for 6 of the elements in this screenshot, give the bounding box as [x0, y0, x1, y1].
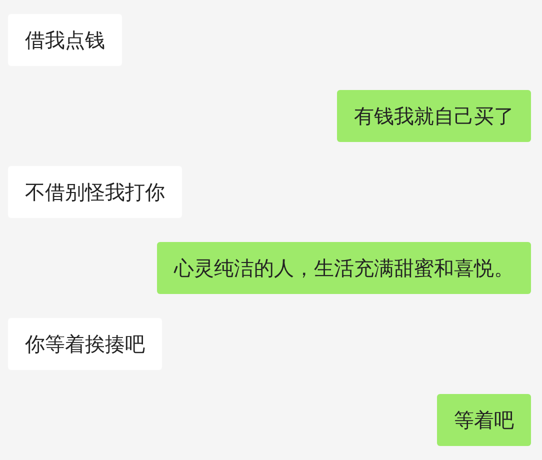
received-message-bubble: 借我点钱 — [8, 14, 122, 66]
sent-message-bubble: 等着吧 — [437, 394, 531, 446]
sent-message-bubble: 有钱我就自己买了 — [337, 90, 531, 142]
received-message-bubble: 你等着挨揍吧 — [8, 318, 162, 370]
sent-message-bubble: 心灵纯洁的人，生活充满甜蜜和喜悦。 — [157, 242, 531, 294]
received-message-bubble: 不借别怪我打你 — [8, 166, 182, 218]
